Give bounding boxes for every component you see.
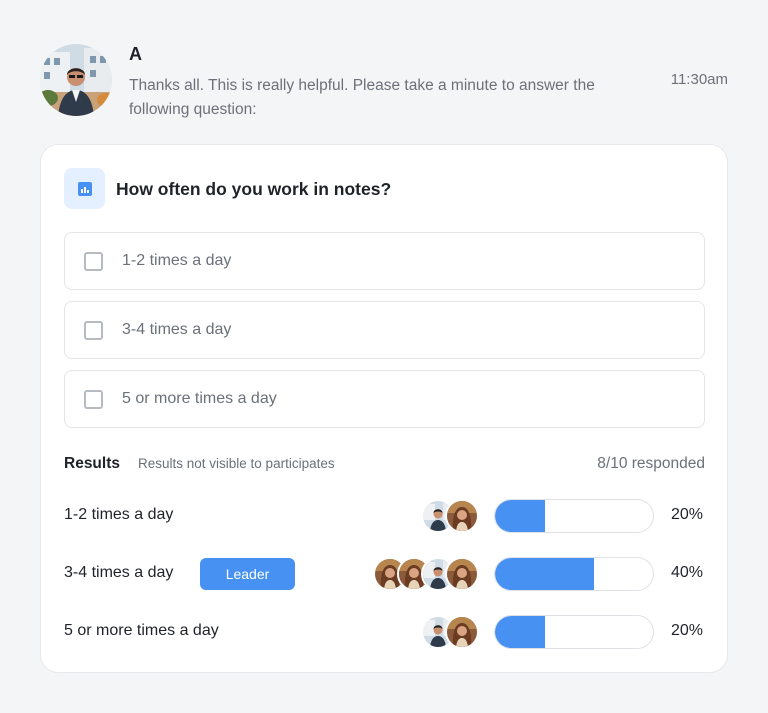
voter-avatar[interactable] [445,499,479,533]
message-timestamp: 11:30am [670,71,728,88]
option-label: 1-2 times a day [122,252,232,269]
option-checkbox[interactable] [84,390,103,409]
voter-avatar[interactable] [445,615,479,649]
option-label: 3-4 times a day [122,321,232,338]
result-progress-bar [494,557,654,591]
result-label: 5 or more times a day [64,622,219,639]
result-percent: 40% [670,564,703,581]
voter-avatars[interactable] [373,557,479,591]
poll-question: How often do you work in notes? [116,179,392,199]
result-progress-bar [494,615,654,649]
result-row: 3-4 times a day Leader 40% [64,557,705,591]
option-checkbox[interactable] [84,252,103,271]
result-row: 1-2 times a day 20% [64,499,705,533]
poll-option[interactable]: 1-2 times a day [64,232,705,290]
results-header: Results Results not visible to participa… [64,455,705,477]
voter-avatars[interactable] [421,615,479,649]
result-percent: 20% [670,506,703,523]
result-progress-bar [494,499,654,533]
responded-count: 8/10 responded [597,455,705,472]
bar-chart-icon [64,168,105,209]
poll-option[interactable]: 5 or more times a day [64,370,705,428]
poll-option[interactable]: 3-4 times a day [64,301,705,359]
result-progress-fill [495,500,545,532]
result-row: 5 or more times a day 20% [64,615,705,649]
sender-avatar[interactable] [40,44,112,116]
leader-badge: Leader [200,558,295,590]
option-checkbox[interactable] [84,321,103,340]
result-progress-fill [495,616,545,648]
poll-card: How often do you work in notes? 1-2 time… [40,144,728,673]
chat-message: A Thanks all. This is really helpful. Pl… [40,42,728,132]
voter-avatar[interactable] [445,557,479,591]
result-label: 1-2 times a day [64,506,174,523]
sender-name: A [129,44,142,64]
results-visibility-note: Results not visible to participates [138,456,335,471]
result-progress-fill [495,558,595,590]
voter-avatars[interactable] [421,499,479,533]
result-label: 3-4 times a day [64,564,174,581]
message-text: Thanks all. This is really helpful. Plea… [129,77,595,118]
results-title: Results [64,455,120,472]
option-label: 5 or more times a day [122,390,277,407]
result-percent: 20% [670,622,703,639]
